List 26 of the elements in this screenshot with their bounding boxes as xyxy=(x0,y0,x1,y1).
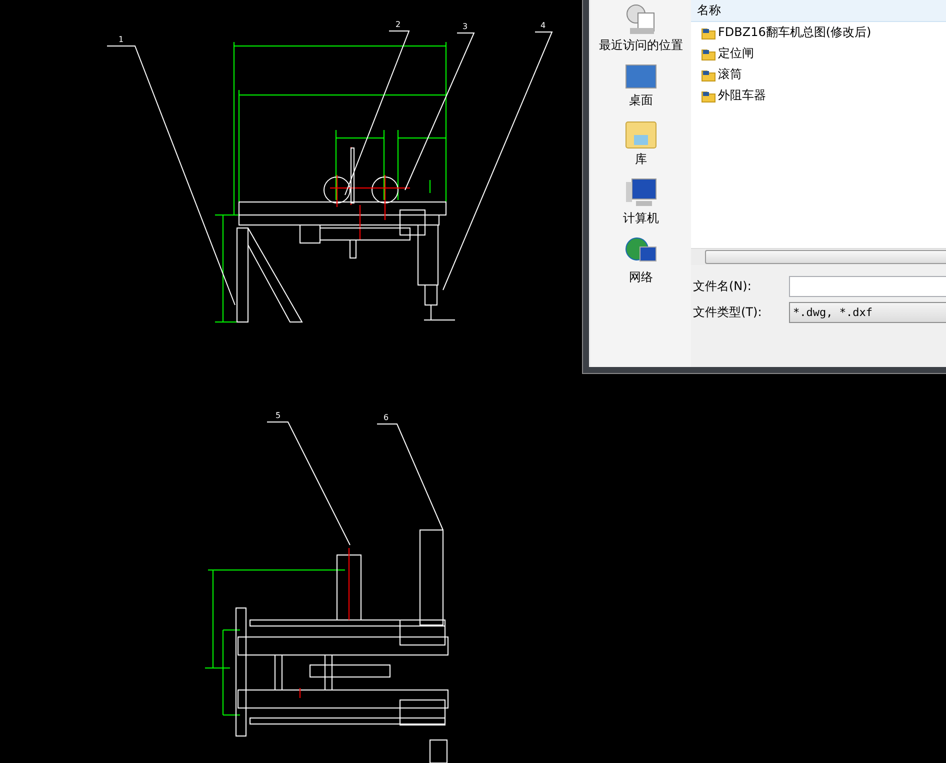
place-item[interactable]: 计算机 xyxy=(623,210,659,227)
folder-icon xyxy=(701,88,716,102)
folder-icon xyxy=(701,46,716,60)
folder-name[interactable]: 滚筒 xyxy=(718,66,742,83)
file-type-dropdown[interactable]: *.dwg, *.dxf xyxy=(789,302,946,322)
place-item[interactable]: 桌面 xyxy=(629,92,653,109)
folder-icon xyxy=(701,26,716,40)
file-name-label: 文件名(N): xyxy=(693,278,752,294)
file-name-field[interactable] xyxy=(789,276,946,296)
folder-name[interactable]: FDBZ16翻车机总图(修改后) xyxy=(718,24,872,41)
folder-name[interactable]: 外阻车器 xyxy=(718,87,766,104)
part-number-label: 1 xyxy=(118,35,124,44)
part-number-label: 2 xyxy=(395,20,401,29)
part-number-label: 6 xyxy=(383,413,389,422)
part-number-label: 3 xyxy=(462,22,468,31)
place-item[interactable]: 网络 xyxy=(629,269,653,286)
folder-name[interactable]: 定位闸 xyxy=(718,45,754,62)
folder-icon xyxy=(701,68,716,82)
part-number-label: 5 xyxy=(275,411,281,420)
file-type-label: 文件类型(T): xyxy=(693,304,763,320)
horizontal-scrollbar[interactable] xyxy=(691,248,946,265)
place-item[interactable]: 库 xyxy=(635,151,647,168)
scrollbar-thumb[interactable] xyxy=(705,250,946,264)
name-column-header[interactable]: 名称 xyxy=(691,0,946,22)
place-item[interactable]: 最近访问的位置 xyxy=(599,37,683,54)
part-number-label: 4 xyxy=(540,21,546,30)
